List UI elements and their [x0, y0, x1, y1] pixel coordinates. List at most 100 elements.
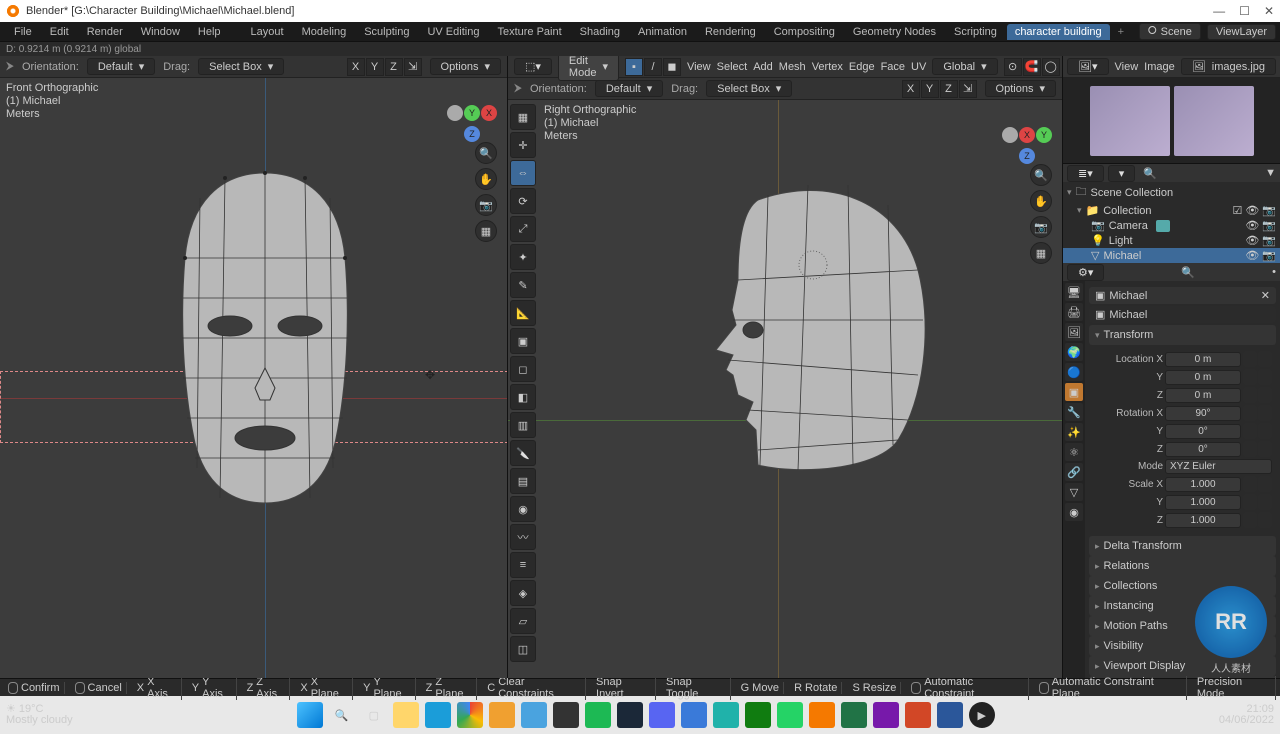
- polybuild-tool[interactable]: ▤: [510, 468, 536, 494]
- menu-file[interactable]: File: [6, 24, 40, 40]
- panel-relations[interactable]: ▸Relations: [1089, 556, 1276, 576]
- spin-tool[interactable]: ◉: [510, 496, 536, 522]
- pan-icon[interactable]: ✋: [1030, 190, 1052, 212]
- move-tool[interactable]: ⇔: [510, 160, 536, 186]
- editor-type-dropdown[interactable]: ⬚▾: [514, 58, 552, 75]
- ptab-render[interactable]: 🖥: [1065, 283, 1083, 301]
- windows-taskbar[interactable]: ☀19°C Mostly cloudy 🔍 ▢ ▶ 21:09 04/06/20…: [0, 696, 1280, 734]
- scene-selector[interactable]: ⭘Scene: [1139, 23, 1201, 40]
- knife-tool[interactable]: 🔪: [510, 440, 536, 466]
- zoom-icon[interactable]: 🔍: [1030, 164, 1052, 186]
- rotate-tool[interactable]: ⟳: [510, 188, 536, 214]
- menu-edit[interactable]: Edit: [42, 24, 77, 40]
- annotate-tool[interactable]: ✎: [510, 272, 536, 298]
- properties-type[interactable]: ⚙▾: [1067, 264, 1104, 281]
- snap-button[interactable]: 🧲: [1023, 58, 1041, 76]
- mirror-z-button[interactable]: Z: [385, 58, 403, 76]
- lock-icon[interactable]: [1243, 351, 1257, 367]
- ptab-particles[interactable]: ✨: [1065, 423, 1083, 441]
- loc-y-field[interactable]: 0 m: [1165, 370, 1241, 385]
- shear-tool[interactable]: ▱: [510, 608, 536, 634]
- zoom-icon[interactable]: 🔍: [475, 142, 497, 164]
- transform-panel-header[interactable]: ▾Transform: [1089, 325, 1276, 345]
- ws-texpaint[interactable]: Texture Paint: [489, 24, 569, 40]
- extrude-tool[interactable]: ▣: [510, 328, 536, 354]
- ptab-world[interactable]: 🔵: [1065, 363, 1083, 381]
- app-store[interactable]: [521, 702, 547, 728]
- vp-menu-face[interactable]: Face: [881, 61, 905, 73]
- ws-render[interactable]: Rendering: [697, 24, 764, 40]
- gizmo-y[interactable]: Y: [464, 105, 480, 121]
- vp-menu-vertex[interactable]: Vertex: [812, 61, 843, 73]
- viewlayer-selector[interactable]: ViewLayer: [1207, 24, 1276, 40]
- vertex-select-button[interactable]: ▪: [625, 58, 643, 76]
- orientation-dropdown[interactable]: Default▾: [87, 58, 155, 75]
- ptab-modifiers[interactable]: 🔧: [1065, 403, 1083, 421]
- powerpoint-app[interactable]: [905, 702, 931, 728]
- spotify-app[interactable]: [585, 702, 611, 728]
- ortho-icon[interactable]: ▦: [1030, 242, 1052, 264]
- rot-mode-dropdown[interactable]: XYZ Euler: [1165, 459, 1272, 474]
- object-name-header[interactable]: ▣Michael✕: [1089, 287, 1276, 304]
- options-dropdown[interactable]: Options▾: [430, 58, 501, 75]
- blender-app[interactable]: [809, 702, 835, 728]
- automerge-button[interactable]: ⇲: [404, 58, 422, 76]
- vp-menu-add[interactable]: Add: [753, 61, 773, 73]
- loopcut-tool[interactable]: ▥: [510, 412, 536, 438]
- mirror-x-button[interactable]: X: [347, 58, 365, 76]
- tree-item-michael[interactable]: ▽Michael👁📷: [1063, 248, 1280, 263]
- edgeslide-tool[interactable]: ≡: [510, 552, 536, 578]
- img-menu-image[interactable]: Image: [1144, 61, 1175, 73]
- gizmo-y[interactable]: Y: [1036, 127, 1052, 143]
- rot-x-field[interactable]: 90°: [1165, 406, 1241, 421]
- ptab-physics[interactable]: ⚛: [1065, 443, 1083, 461]
- xbox-app[interactable]: [745, 702, 771, 728]
- ws-uv[interactable]: UV Editing: [419, 24, 487, 40]
- face-select-button[interactable]: ◼: [663, 58, 681, 76]
- vp-menu-select[interactable]: Select: [717, 61, 748, 73]
- scale-x-field[interactable]: 1.000: [1165, 477, 1241, 492]
- steam-app[interactable]: [617, 702, 643, 728]
- drag-dropdown[interactable]: Select Box▾: [706, 80, 792, 97]
- scale-y-field[interactable]: 1.000: [1165, 495, 1241, 510]
- gizmo-z[interactable]: Z: [1019, 148, 1035, 164]
- ws-script[interactable]: Scripting: [946, 24, 1005, 40]
- loc-z-field[interactable]: 0 m: [1165, 388, 1241, 403]
- explorer-app[interactable]: [393, 702, 419, 728]
- outliner-filter[interactable]: ▾: [1108, 165, 1136, 182]
- tree-collection[interactable]: ▾📁Collection☑👁📷: [1063, 203, 1280, 218]
- chrome-app[interactable]: [457, 702, 483, 728]
- nav-gizmo[interactable]: X Y Z: [1002, 110, 1052, 160]
- viewport-right[interactable]: ⬚▾ Edit Mode▾ ▪ / ◼ View Select Add Mesh…: [508, 56, 1062, 678]
- propedit-button[interactable]: ◯: [1042, 58, 1060, 76]
- close-button[interactable]: ✕: [1264, 4, 1274, 18]
- pan-icon[interactable]: ✋: [475, 168, 497, 190]
- panel-delta-transform[interactable]: ▸Delta Transform: [1089, 536, 1276, 556]
- scale-tool[interactable]: ⤢: [510, 216, 536, 242]
- pin-icon[interactable]: •: [1272, 266, 1276, 278]
- maximize-button[interactable]: ☐: [1239, 4, 1250, 18]
- viewport-left[interactable]: ⮞ Orientation: Default▾ Drag: Select Box…: [0, 56, 508, 678]
- discord-app[interactable]: [649, 702, 675, 728]
- taskbar-weather[interactable]: ☀19°C Mostly cloudy: [6, 704, 73, 726]
- media-app[interactable]: ▶: [969, 702, 995, 728]
- drag-dropdown[interactable]: Select Box▾: [198, 58, 284, 75]
- rot-y-field[interactable]: 0°: [1165, 424, 1241, 439]
- scale-z-field[interactable]: 1.000: [1165, 513, 1241, 528]
- ws-layout[interactable]: Layout: [243, 24, 292, 40]
- cursor-tool[interactable]: ✛: [510, 132, 536, 158]
- vp-right-canvas[interactable]: ▦ ✛ ⇔ ⟳ ⤢ ✦ ✎ 📐 ▣ ◻ ◧ ▥ 🔪 ▤ ◉ 〰 ≡ ◈ ▱ ◫: [508, 100, 1062, 678]
- onenote-app[interactable]: [873, 702, 899, 728]
- search-icon[interactable]: 🔍: [1143, 167, 1157, 180]
- tree-item-light[interactable]: 💡Light👁📷: [1063, 233, 1280, 248]
- ptab-scene[interactable]: 🌍: [1065, 343, 1083, 361]
- vp-menu-view[interactable]: View: [687, 61, 711, 73]
- app-term[interactable]: [553, 702, 579, 728]
- transform-tool[interactable]: ✦: [510, 244, 536, 270]
- gizmo-x[interactable]: X: [481, 105, 497, 121]
- ptab-output[interactable]: 🖨: [1065, 303, 1083, 321]
- ptab-viewlayer[interactable]: 🖼: [1065, 323, 1083, 341]
- app-blue[interactable]: [681, 702, 707, 728]
- smooth-tool[interactable]: 〰: [510, 524, 536, 550]
- ws-comp[interactable]: Compositing: [766, 24, 843, 40]
